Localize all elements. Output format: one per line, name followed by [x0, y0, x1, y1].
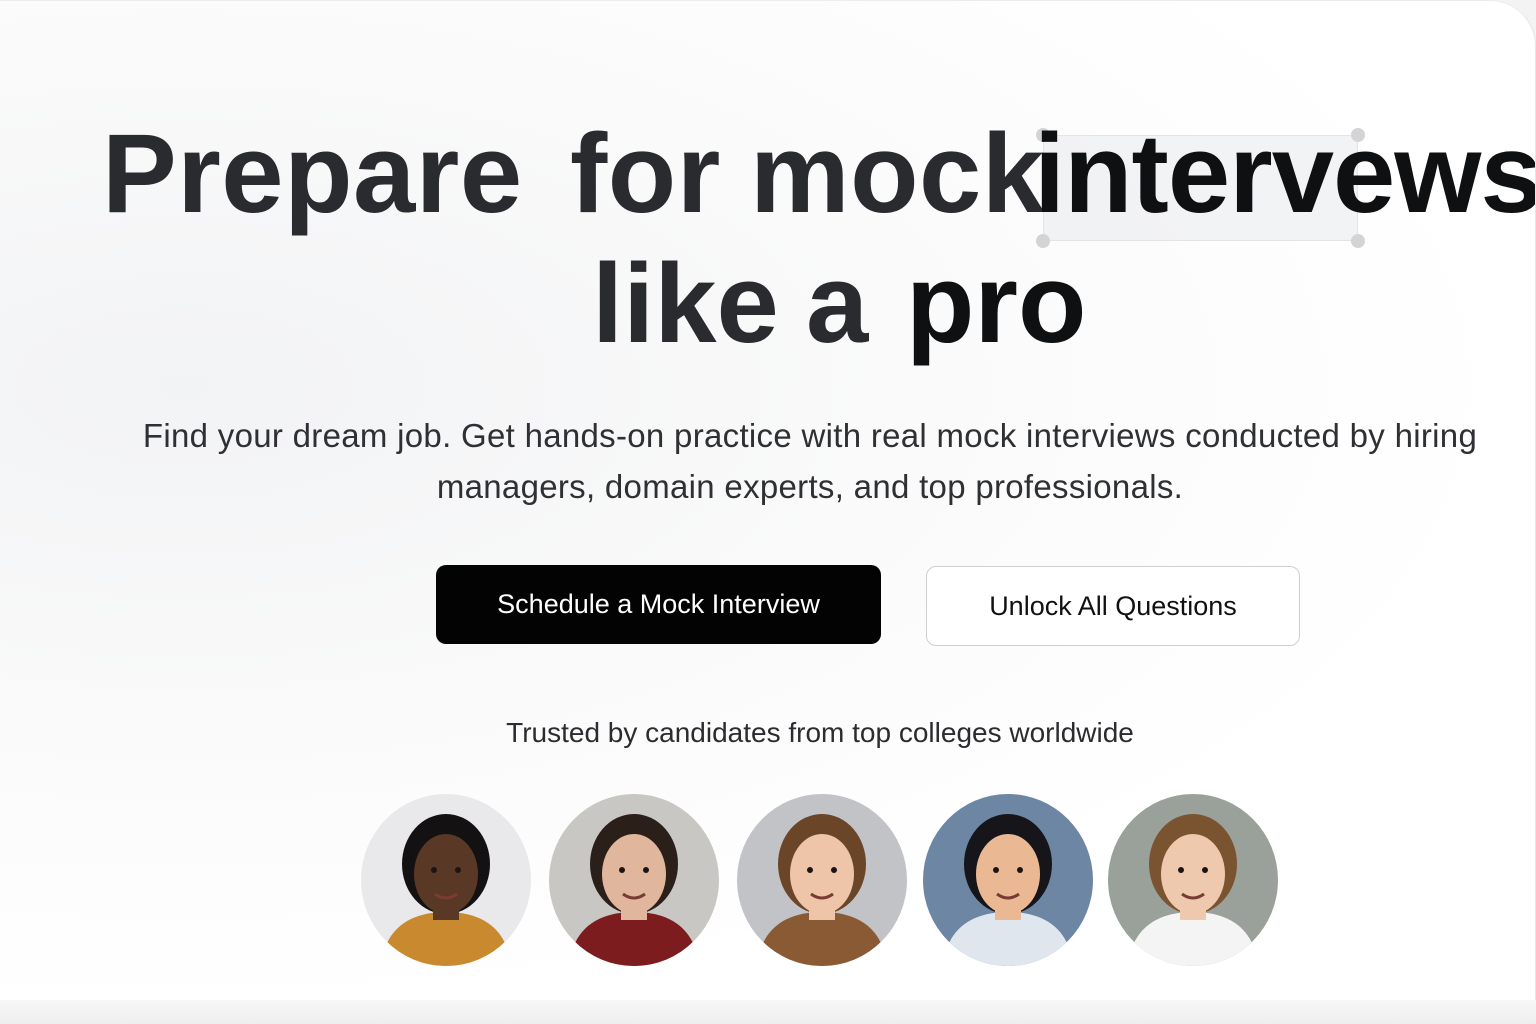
hero-word: like — [592, 241, 779, 366]
hero-word: for — [570, 111, 721, 236]
hero-word: pro — [906, 241, 1087, 366]
hero-word: Prepare — [102, 111, 523, 236]
hero-word: a — [806, 241, 869, 366]
avatar-2 — [549, 794, 719, 966]
hero-subtitle-line-1: Find your dream job. Get hands-on practi… — [142, 417, 1478, 454]
schedule-mock-interview-button[interactable]: Schedule a Mock Interview — [436, 565, 881, 644]
avatar-1 — [361, 794, 531, 966]
bottom-edge — [0, 1000, 1536, 1024]
landing-page: Prepare for mock intervews like a pro Fi… — [0, 0, 1536, 1016]
hero-subtitle-line-2: managers, domain experts, and top profes… — [436, 468, 1184, 505]
hero-word: mock — [750, 111, 1045, 236]
avatar-3 — [737, 794, 907, 966]
hero-word-selected[interactable]: intervews — [1034, 109, 1535, 238]
unlock-all-questions-button[interactable]: Unlock All Questions — [926, 566, 1300, 646]
trusted-by-text: Trusted by candidates from top colleges … — [506, 717, 1134, 748]
avatar-5 — [1108, 794, 1278, 966]
avatar-4 — [923, 794, 1093, 966]
